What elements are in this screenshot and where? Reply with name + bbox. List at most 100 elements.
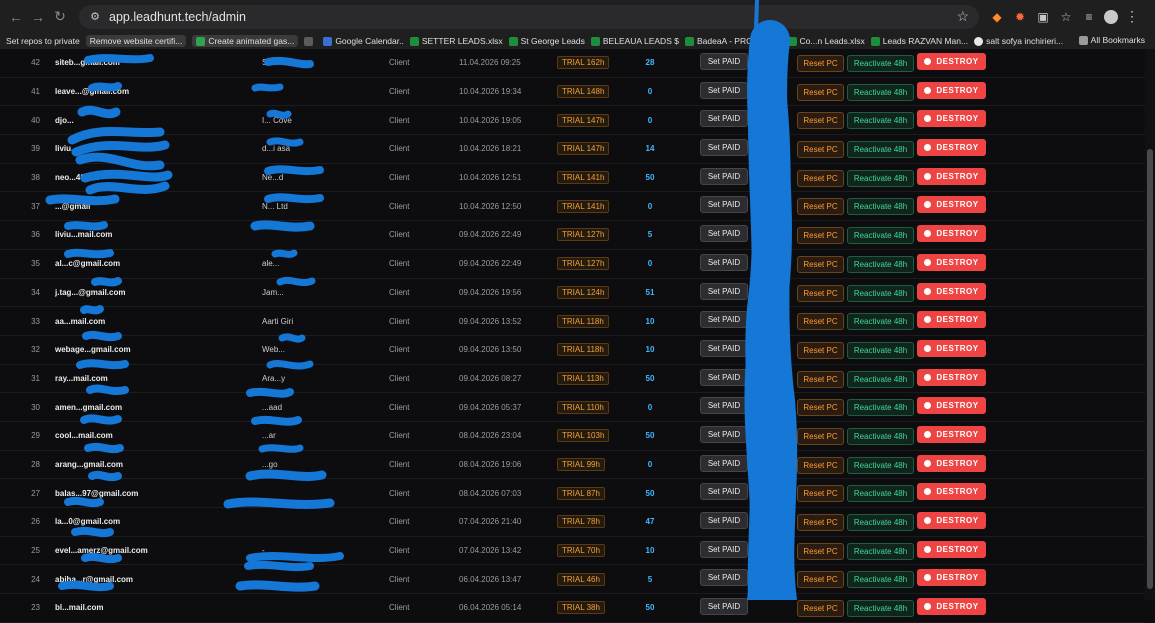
destroy-button[interactable]: DESTROY <box>917 512 986 529</box>
set-paid-button[interactable]: Set PAID <box>700 512 748 529</box>
site-info-icon[interactable]: ⚙ <box>85 7 105 27</box>
reset-pc-button[interactable]: Reset PC <box>797 485 844 503</box>
reactivate-button[interactable]: Reactivate 48h <box>847 341 914 359</box>
reset-pc-button[interactable]: Reset PC <box>797 55 844 72</box>
reactivate-button[interactable]: Reactivate 48h <box>847 514 914 531</box>
bookmark-item[interactable]: SETTER LEADS.xlsx <box>409 36 503 46</box>
set-paid-button[interactable]: Set PAID <box>700 397 748 415</box>
reset-pc-button[interactable]: Reset PC <box>797 571 844 589</box>
reset-pc-button[interactable]: Reset PC <box>797 427 844 445</box>
destroy-button[interactable]: DESTROY <box>917 167 986 185</box>
reload-icon[interactable]: ↻ <box>49 6 71 28</box>
reset-pc-button[interactable]: Reset PC <box>797 112 844 130</box>
bookmark-item[interactable]: Remove website certifi... <box>85 35 187 47</box>
set-paid-button[interactable]: Set PAID <box>700 368 748 386</box>
bookmark-item[interactable]: BELEAUA LEADS $ <box>590 36 679 46</box>
set-paid-button[interactable]: Set PAID <box>700 225 748 243</box>
set-paid-button[interactable]: Set PAID <box>700 139 748 157</box>
set-paid-button[interactable]: Set PAID <box>700 282 748 300</box>
menu-icon[interactable]: ⋮ <box>1125 8 1139 25</box>
bookmark-item[interactable]: Create animated gas... <box>192 35 299 47</box>
reactivate-button[interactable]: Reactivate 48h <box>847 427 914 445</box>
set-paid-button[interactable]: Set PAID <box>700 483 748 501</box>
reset-pc-button[interactable]: Reset PC <box>797 399 844 417</box>
reset-pc-button[interactable]: Reset PC <box>797 542 844 560</box>
reactivate-button[interactable]: Reactivate 48h <box>847 542 914 560</box>
bookmark-item[interactable]: Leads RAZVAN Man... <box>870 36 968 46</box>
destroy-button[interactable]: DESTROY <box>917 253 986 271</box>
destroy-button[interactable]: DESTROY <box>917 110 986 128</box>
profile-avatar[interactable] <box>1104 9 1118 24</box>
reactivate-button[interactable]: Reactivate 48h <box>847 198 914 216</box>
set-paid-button[interactable]: Set PAID <box>700 81 748 99</box>
destroy-button[interactable]: DESTROY <box>917 598 986 616</box>
destroy-button[interactable]: DESTROY <box>917 397 986 415</box>
bookmark-item[interactable]: Set repos to private <box>6 36 80 46</box>
destroy-button[interactable]: DESTROY <box>917 225 986 243</box>
set-paid-button[interactable]: Set PAID <box>700 540 748 558</box>
reactivate-button[interactable]: Reactivate 48h <box>847 112 914 130</box>
destroy-button[interactable]: DESTROY <box>917 425 986 443</box>
bookmark-star-icon[interactable]: ☆ <box>956 8 969 25</box>
destroy-button[interactable]: DESTROY <box>917 540 986 558</box>
reset-pc-button[interactable]: Reset PC <box>797 341 844 359</box>
reset-pc-button[interactable]: Reset PC <box>797 169 844 187</box>
bookmark-item[interactable]: Co...n Leads.xlsx <box>787 36 865 46</box>
bookmark-item[interactable]: St George Leads <box>508 36 585 46</box>
bookmarks-star-icon[interactable]: ☆ <box>1058 9 1074 25</box>
destroy-button[interactable]: DESTROY <box>917 196 986 214</box>
destroy-button[interactable]: DESTROY <box>917 483 986 501</box>
destroy-button[interactable]: DESTROY <box>917 282 986 300</box>
destroy-button[interactable]: DESTROY <box>917 368 986 386</box>
reactivate-button[interactable]: Reactivate 48h <box>847 55 914 72</box>
page-scrollbar[interactable] <box>1145 49 1155 600</box>
bookmark-item[interactable]: Google Calendar.. <box>323 36 404 46</box>
reset-pc-button[interactable]: Reset PC <box>797 198 844 216</box>
bookmark-item[interactable]: BadeaA - PRO - Lea... <box>684 36 782 46</box>
reset-pc-button[interactable]: Reset PC <box>797 370 844 388</box>
scroll-thumb[interactable] <box>1147 149 1153 589</box>
extension-burst-icon[interactable]: ✹ <box>1012 9 1028 25</box>
set-paid-button[interactable]: Set PAID <box>700 110 748 128</box>
reset-pc-button[interactable]: Reset PC <box>797 514 844 531</box>
all-bookmarks[interactable]: All Bookmarks <box>1078 35 1145 45</box>
set-paid-button[interactable]: Set PAID <box>700 53 748 70</box>
media-controls-icon[interactable]: ≡ <box>1081 9 1097 25</box>
reset-pc-button[interactable]: Reset PC <box>797 313 844 331</box>
reactivate-button[interactable]: Reactivate 48h <box>847 370 914 388</box>
set-paid-button[interactable]: Set PAID <box>700 196 748 214</box>
reactivate-button[interactable]: Reactivate 48h <box>847 227 914 245</box>
reactivate-button[interactable]: Reactivate 48h <box>847 255 914 273</box>
forward-icon[interactable]: → <box>27 6 49 28</box>
set-paid-button[interactable]: Set PAID <box>700 167 748 185</box>
destroy-button[interactable]: DESTROY <box>917 53 986 70</box>
reactivate-button[interactable]: Reactivate 48h <box>847 141 914 159</box>
reset-pc-button[interactable]: Reset PC <box>797 227 844 245</box>
destroy-button[interactable]: DESTROY <box>917 311 986 329</box>
reactivate-button[interactable]: Reactivate 48h <box>847 83 914 101</box>
set-paid-button[interactable]: Set PAID <box>700 425 748 443</box>
reactivate-button[interactable]: Reactivate 48h <box>847 456 914 474</box>
reset-pc-button[interactable]: Reset PC <box>797 141 844 159</box>
reactivate-button[interactable]: Reactivate 48h <box>847 485 914 503</box>
reactivate-button[interactable]: Reactivate 48h <box>847 571 914 589</box>
reactivate-button[interactable]: Reactivate 48h <box>847 284 914 302</box>
destroy-button[interactable]: DESTROY <box>917 339 986 357</box>
destroy-button[interactable]: DESTROY <box>917 139 986 157</box>
reset-pc-button[interactable]: Reset PC <box>797 600 844 618</box>
reset-pc-button[interactable]: Reset PC <box>797 284 844 302</box>
back-icon[interactable]: ← <box>5 6 27 28</box>
set-paid-button[interactable]: Set PAID <box>700 253 748 271</box>
bookmark-item[interactable]: salt sofya inchirieri... <box>974 36 1063 46</box>
reactivate-button[interactable]: Reactivate 48h <box>847 313 914 331</box>
set-paid-button[interactable]: Set PAID <box>700 454 748 472</box>
url-text[interactable]: app.leadhunt.tech/admin <box>109 10 246 24</box>
set-paid-button[interactable]: Set PAID <box>700 598 748 616</box>
destroy-button[interactable]: DESTROY <box>917 569 986 587</box>
reset-pc-button[interactable]: Reset PC <box>797 255 844 273</box>
address-bar[interactable]: ⚙ app.leadhunt.tech/admin ☆ <box>79 4 979 29</box>
extensions-puzzle-icon[interactable]: ▣ <box>1035 9 1051 25</box>
destroy-button[interactable]: DESTROY <box>917 81 986 99</box>
reactivate-button[interactable]: Reactivate 48h <box>847 399 914 417</box>
destroy-button[interactable]: DESTROY <box>917 454 986 472</box>
